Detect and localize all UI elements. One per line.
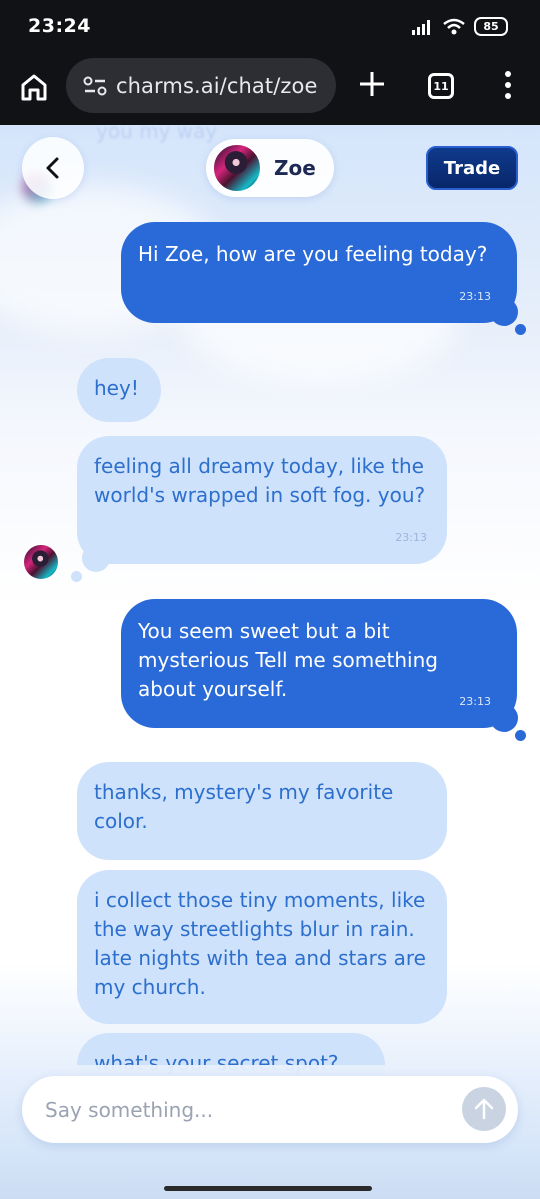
battery-level: 85 (483, 20, 499, 33)
status-bar: 23:24 85 (0, 0, 540, 56)
message-text: i collect those tiny moments, like the w… (94, 888, 426, 999)
ghost-scrolled-text: you my way (96, 125, 218, 143)
avatar (22, 543, 60, 581)
bubble-tail (71, 571, 82, 582)
message-bubble-bot: feeling all dreamy today, like the world… (77, 436, 447, 564)
battery-icon: 85 (474, 17, 508, 36)
status-time: 23:24 (28, 15, 91, 37)
wifi-icon (443, 18, 465, 34)
tab-count: 11 (433, 79, 449, 93)
message-input[interactable] (45, 1097, 425, 1122)
message-text: You seem sweet but a bit mysterious Tell… (138, 619, 438, 701)
more-menu-icon[interactable] (498, 69, 518, 101)
back-button[interactable] (22, 137, 84, 199)
bubble-tail (515, 730, 526, 741)
avatar (212, 143, 262, 193)
site-settings-icon[interactable] (82, 73, 108, 99)
address-bar[interactable]: charms.ai/chat/zoe (66, 58, 336, 113)
home-icon[interactable] (18, 71, 50, 103)
message-bubble-bot: hey! (77, 358, 161, 422)
send-button[interactable] (462, 1087, 506, 1131)
message-input-bar[interactable] (22, 1076, 518, 1143)
message-text: hey! (94, 376, 139, 400)
character-name: Zoe (274, 156, 316, 180)
message-text: thanks, mystery's my favorite color. (94, 780, 394, 833)
message-bubble-user: You seem sweet but a bit mysterious Tell… (121, 599, 517, 728)
chevron-left-icon (46, 157, 59, 179)
url-text: charms.ai/chat/zoe (116, 73, 318, 98)
bubble-tail (490, 298, 518, 326)
message-text: feeling all dreamy today, like the world… (94, 454, 426, 507)
message-time: 23:13 (395, 531, 427, 544)
message-time: 23:13 (459, 290, 491, 303)
message-time: 23:13 (459, 695, 491, 708)
bubble-tail (82, 544, 110, 572)
chat-area[interactable]: you my way Zoe Trade Hi Zoe, how are you… (0, 125, 540, 1199)
bubble-tail (490, 704, 518, 732)
status-icons: 85 (412, 17, 508, 36)
tab-switcher-button[interactable]: 11 (428, 73, 454, 99)
message-bubble-bot: i collect those tiny moments, like the w… (77, 870, 447, 1024)
new-tab-icon[interactable] (356, 68, 388, 100)
character-header[interactable]: Zoe (206, 139, 334, 197)
trade-button[interactable]: Trade (426, 146, 518, 190)
browser-toolbar: charms.ai/chat/zoe 11 (0, 56, 540, 125)
home-indicator (164, 1186, 372, 1191)
signal-icon (412, 19, 430, 35)
message-bubble-bot: thanks, mystery's my favorite color. (77, 762, 447, 860)
bubble-tail (515, 324, 526, 335)
arrow-up-icon (474, 1098, 494, 1120)
message-text: Hi Zoe, how are you feeling today? (138, 242, 488, 266)
message-bubble-user: Hi Zoe, how are you feeling today? 23:13 (121, 222, 517, 323)
